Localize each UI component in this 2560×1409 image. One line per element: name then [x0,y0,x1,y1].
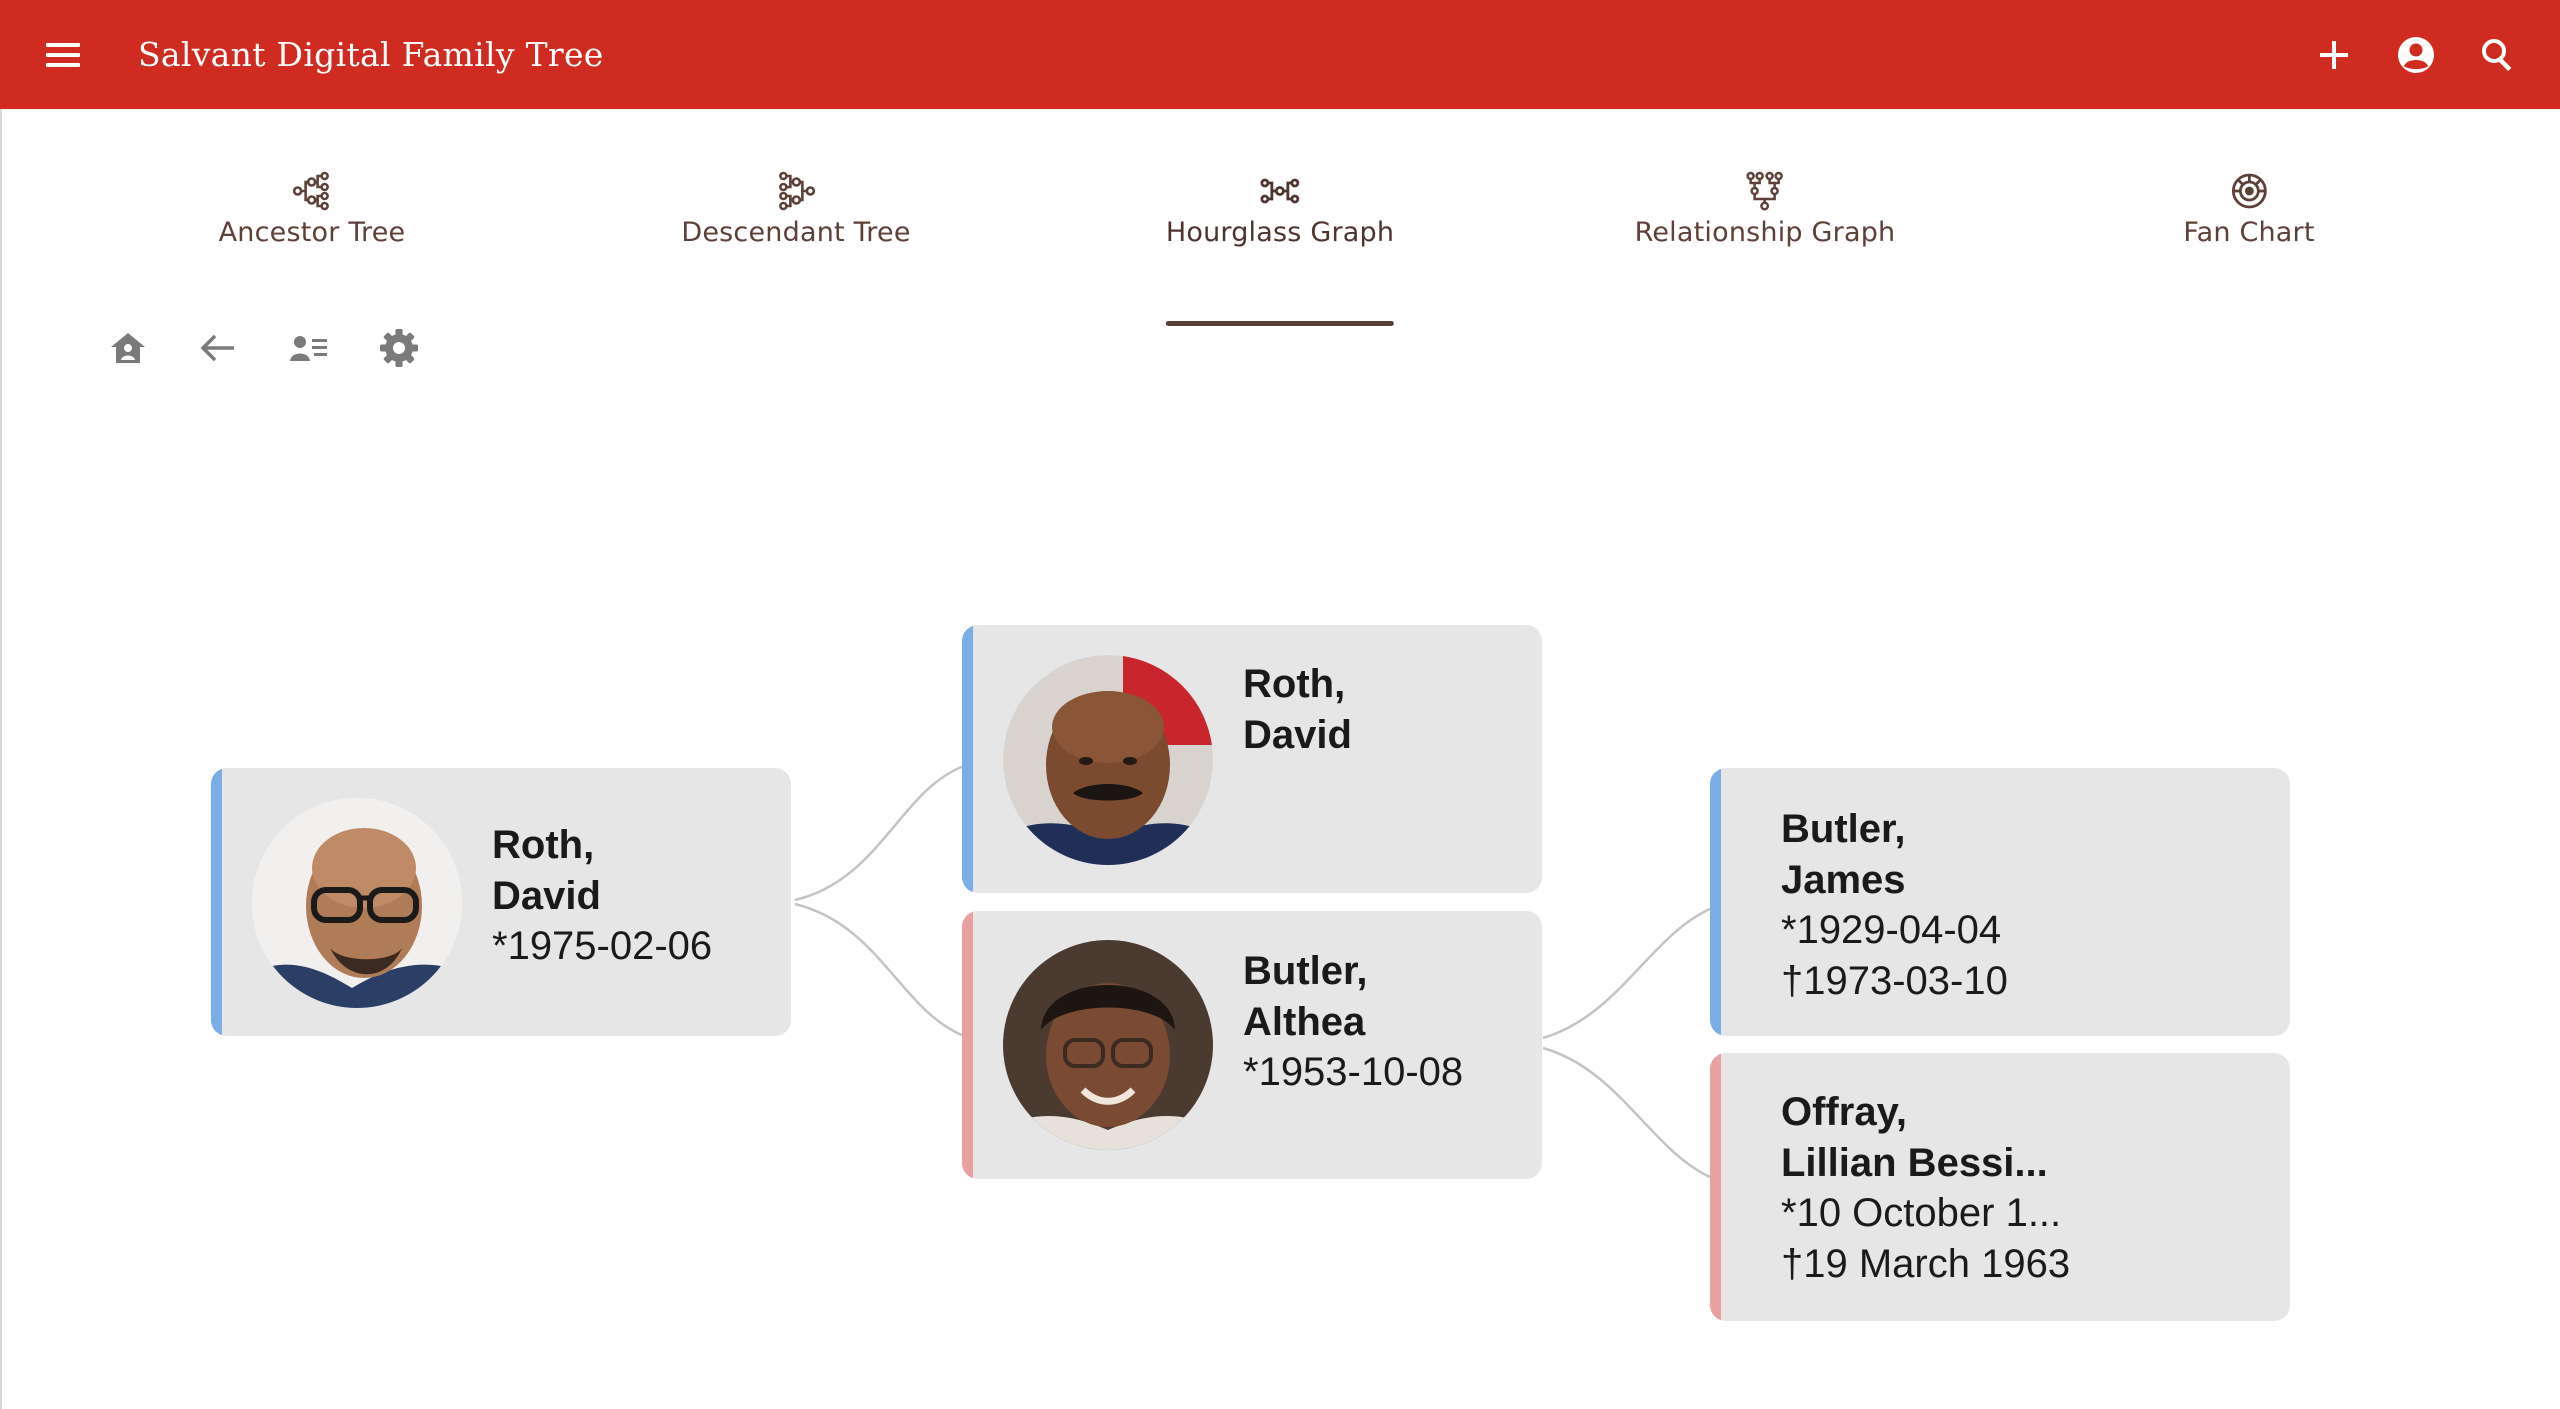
link-home-to-father [794,764,965,902]
person-info: Butler, Althea *1953-10-08 [1243,946,1463,1098]
birth-date: *10 October 1... [1781,1191,2062,1235]
given-name: David [492,873,601,918]
given-name: David [1243,712,1352,757]
person-info: Butler, James *1929-04-04 †1973-03-10 [1781,804,2008,1006]
person-card-mother[interactable]: Butler, Althea *1953-10-08 [962,911,1542,1179]
avatar [1003,655,1213,865]
link-home-to-mother [794,902,965,1038]
person-card-maternal-grandfather[interactable]: Butler, James *1929-04-04 †1973-03-10 [1710,768,2290,1036]
link-mother-to-grandmother [1542,1046,1713,1180]
person-card-home[interactable]: Roth, David *1975-02-06 [211,768,791,1036]
person-info: Roth, David [1243,659,1352,760]
surname: Offray, [1781,1090,1907,1134]
avatar [1003,940,1213,1150]
male-indicator [211,768,222,1036]
male-indicator [1710,768,1721,1036]
surname: Butler, [1781,807,1906,851]
birth-date: *1975-02-06 [492,924,713,968]
given-name: Lillian Bessi... [1781,1140,2048,1185]
given-name: James [1781,857,1906,902]
surname: Butler, [1243,949,1368,993]
person-card-maternal-grandmother[interactable]: Offray, Lillian Bessi... *10 October 1..… [1710,1053,2290,1321]
male-indicator [962,625,973,893]
link-mother-to-grandfather [1542,906,1713,1040]
given-name: Althea [1243,999,1366,1044]
person-info: Offray, Lillian Bessi... *10 October 1..… [1781,1087,2070,1289]
avatar [252,798,462,1008]
female-indicator [1710,1053,1721,1321]
death-date: †1973-03-10 [1781,958,2008,1003]
female-indicator [962,911,973,1179]
person-info: Roth, David *1975-02-06 [492,820,712,972]
birth-date: *1929-04-04 [1781,908,2002,952]
birth-date: *1953-10-08 [1243,1050,1464,1094]
hourglass-graph: Roth, David *1975-02-06 Roth, David Butl… [0,0,2560,1409]
death-date: †19 March 1963 [1781,1241,2071,1286]
surname: Roth, [1243,662,1346,706]
surname: Roth, [492,823,595,867]
person-card-father[interactable]: Roth, David [962,625,1542,893]
